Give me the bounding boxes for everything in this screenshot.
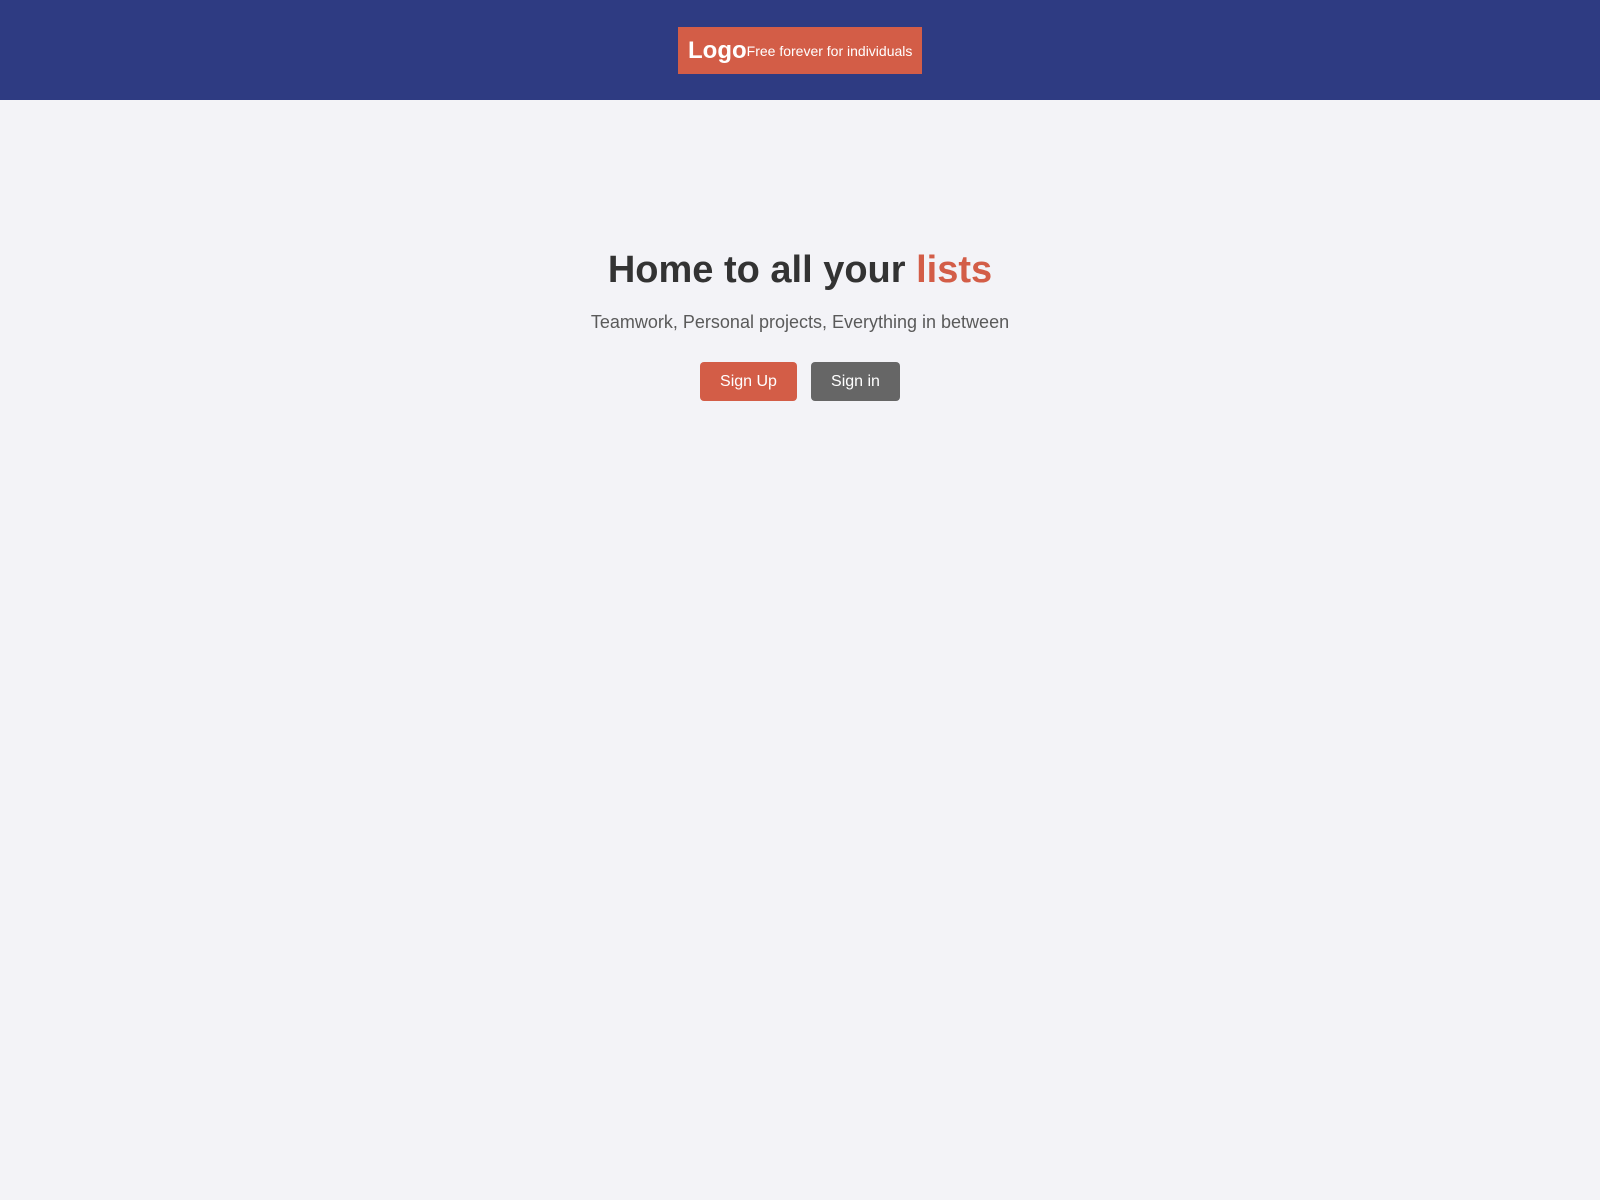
brand-tagline: Free forever for individuals [746, 42, 913, 59]
hero-title-accent: lists [916, 249, 993, 291]
brand-badge[interactable]: Logo Free forever for individuals [678, 27, 922, 74]
top-header-bar: Logo Free forever for individuals [0, 0, 1600, 100]
sign-in-button[interactable]: Sign in [811, 362, 900, 401]
hero-title-main: Home to all your [607, 249, 917, 291]
logo[interactable]: Logo [688, 38, 747, 63]
sign-up-button[interactable]: Sign Up [700, 362, 797, 401]
hero-subtitle: Teamwork, Personal projects, Everything … [590, 312, 1010, 332]
hero-title: Home to all your lists [0, 246, 1600, 294]
